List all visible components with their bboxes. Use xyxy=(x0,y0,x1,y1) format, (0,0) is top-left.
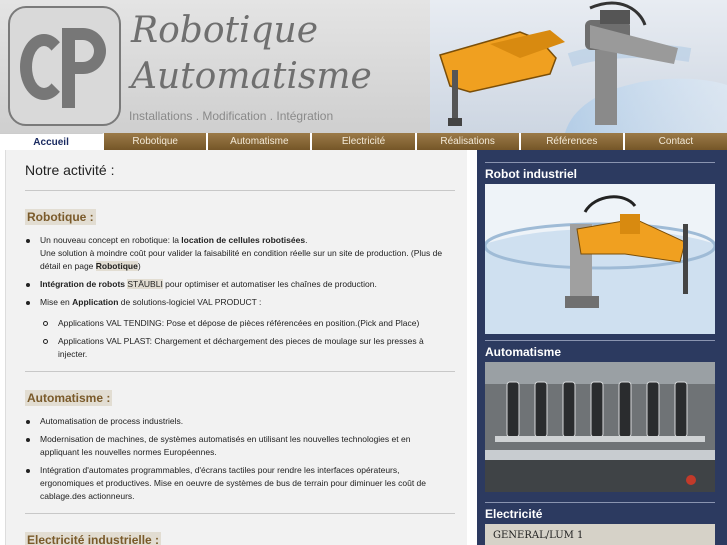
sub-list-item: Applications VAL TENDING: Pose et dépose… xyxy=(40,317,450,330)
nav-robotique[interactable]: Robotique xyxy=(104,133,209,150)
logo-letter-p xyxy=(62,28,106,108)
sidebar-robot-title[interactable]: Robot industriel xyxy=(485,162,715,184)
sidebar-automatisme-block[interactable]: Automatisme xyxy=(485,340,715,497)
heading-electricite: Electricité industrielle : xyxy=(25,532,162,545)
list-item: Intégration de robots STÄUBLI pour optim… xyxy=(25,278,450,291)
electricite-panel-image[interactable]: GENERAL/LUM 1 xyxy=(485,524,715,545)
nav-electricite[interactable]: Electricité xyxy=(312,133,417,150)
nav-accueil[interactable]: Accueil xyxy=(0,133,105,150)
page-title: Notre activité : xyxy=(25,162,455,191)
staubli-link[interactable]: STÄUBLI xyxy=(127,279,163,289)
section-divider xyxy=(25,513,455,514)
main-content: Notre activité : Robotique : Un nouveau … xyxy=(5,150,467,545)
sidebar-electricite-block[interactable]: Electricité GENERAL/LUM 1 xyxy=(485,502,715,545)
site-title-robotique: Robotique xyxy=(131,10,319,51)
site-title-automatisme: Automatisme xyxy=(131,56,372,97)
automatisme-machine-image[interactable] xyxy=(485,362,715,492)
site-tagline: Installations . Modification . Intégrati… xyxy=(129,109,334,123)
logo-letter-c xyxy=(20,34,68,100)
automatisme-list: Automatisation de process industriels. M… xyxy=(25,415,450,503)
main-nav: Accueil Robotique Automatisme Electricit… xyxy=(0,133,727,150)
nav-automatisme[interactable]: Automatisme xyxy=(208,133,313,150)
robotique-list: Un nouveau concept en robotique: la loca… xyxy=(25,234,450,361)
sidebar-robot-block[interactable]: Robot industriel xyxy=(483,162,717,339)
heading-robotique: Robotique : xyxy=(25,209,96,225)
list-item: Un nouveau concept en robotique: la loca… xyxy=(25,234,450,273)
sidebar: Robot industriel Automatisme Electricité… xyxy=(475,150,727,545)
panel-label: GENERAL/LUM 1 xyxy=(493,530,584,541)
sidebar-electricite-title[interactable]: Electricité xyxy=(485,502,715,524)
list-item: Intégration d'automates programmables, d… xyxy=(25,464,450,503)
val-product-sublist: Applications VAL TENDING: Pose et dépose… xyxy=(40,317,450,361)
robot-industriel-image[interactable] xyxy=(483,184,717,334)
scara-robot-illustration xyxy=(430,0,727,133)
list-item: Modernisation de machines, de systèmes a… xyxy=(25,433,450,459)
nav-contact[interactable]: Contact xyxy=(624,133,727,150)
section-divider xyxy=(25,371,455,372)
list-item: Automatisation de process industriels. xyxy=(25,415,450,428)
nav-realisations[interactable]: Réalisations xyxy=(416,133,521,150)
sidebar-automatisme-title[interactable]: Automatisme xyxy=(485,340,715,362)
list-item: Mise en Application de solutions-logicie… xyxy=(25,296,450,361)
robotique-page-link[interactable]: Robotique xyxy=(95,261,138,271)
heading-automatisme: Automatisme : xyxy=(25,390,113,406)
site-header: Robotique Automatisme Installations . Mo… xyxy=(0,0,727,133)
sub-list-item: Applications VAL PLAST: Chargement et dé… xyxy=(40,335,450,361)
cp-logo[interactable] xyxy=(8,6,121,126)
nav-references[interactable]: Références xyxy=(520,133,625,150)
